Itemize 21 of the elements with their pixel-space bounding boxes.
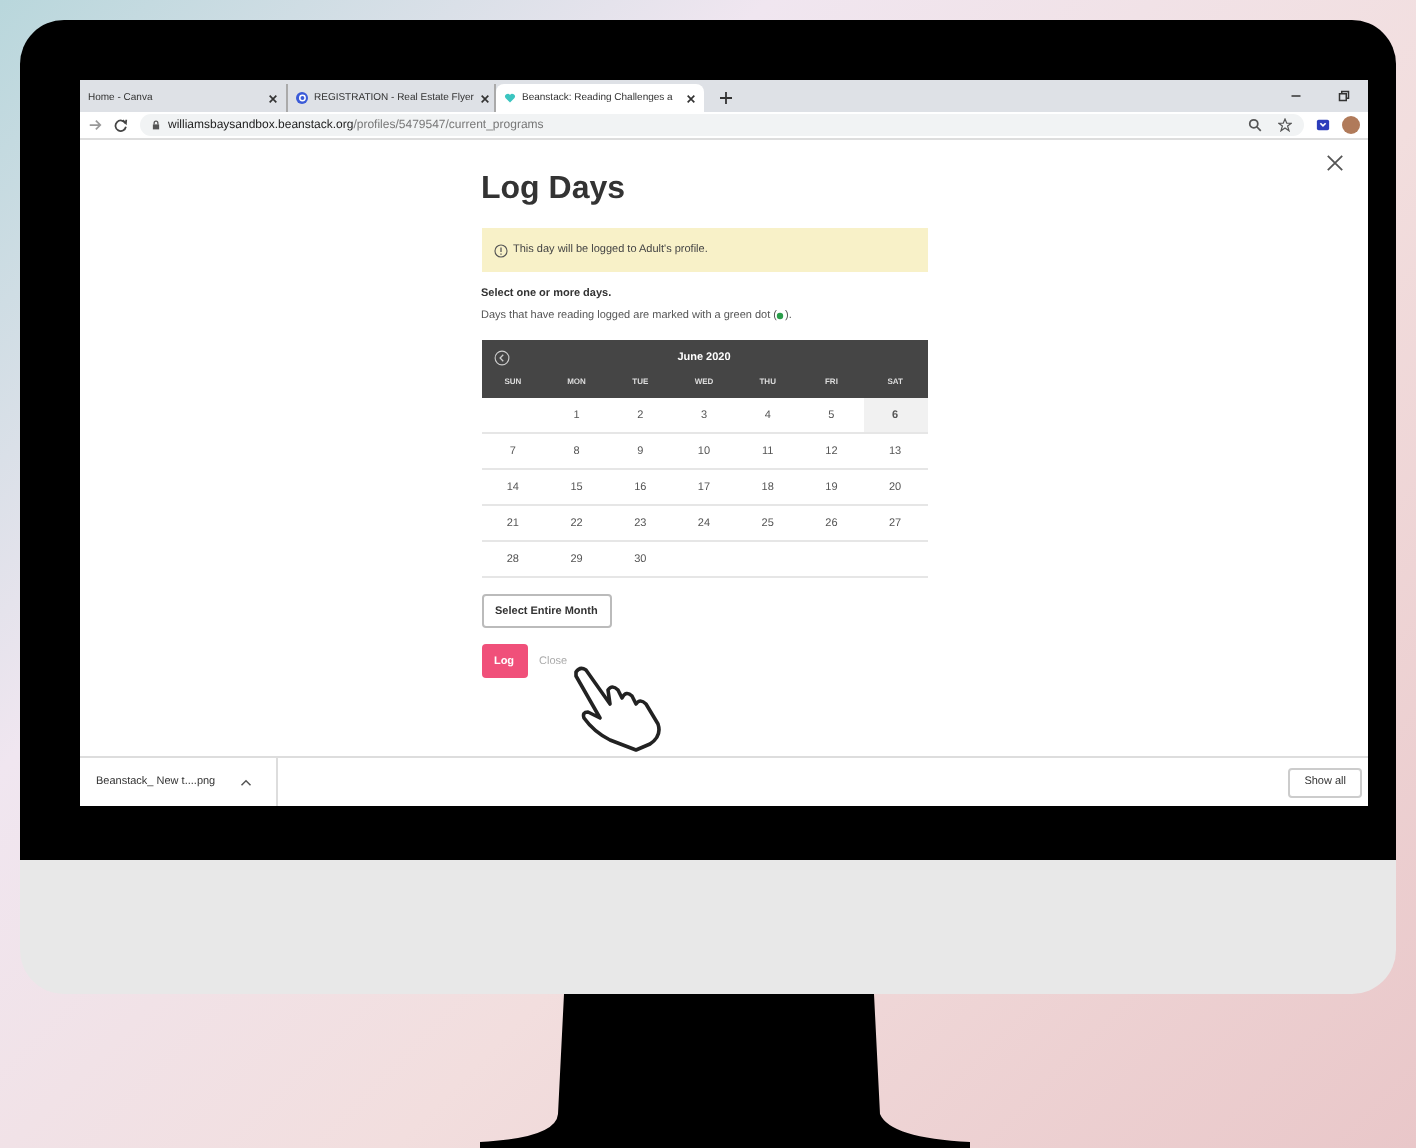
reload-icon[interactable] (114, 118, 128, 132)
new-tab-icon[interactable] (720, 92, 732, 104)
dialog-title: Log Days (481, 172, 628, 208)
close-icon[interactable] (686, 93, 696, 103)
close-icon[interactable] (1326, 154, 1344, 172)
previous-month-icon[interactable] (493, 350, 509, 366)
restore-icon[interactable] (1338, 90, 1350, 102)
info-icon (493, 243, 507, 257)
site-icon (296, 92, 308, 104)
lock-icon (152, 120, 160, 130)
avatar[interactable] (1342, 116, 1360, 134)
star-icon[interactable] (1278, 118, 1292, 132)
close-icon[interactable] (479, 93, 490, 103)
forward-icon[interactable] (88, 118, 102, 132)
minimize-icon[interactable] (1290, 90, 1302, 102)
extension-icon[interactable] (1316, 118, 1330, 132)
zoom-icon[interactable] (1248, 118, 1262, 132)
caret-icon[interactable] (239, 777, 252, 787)
close-icon[interactable] (268, 93, 278, 103)
heart-icon (504, 92, 516, 104)
logged-dot-icon (776, 312, 785, 320)
